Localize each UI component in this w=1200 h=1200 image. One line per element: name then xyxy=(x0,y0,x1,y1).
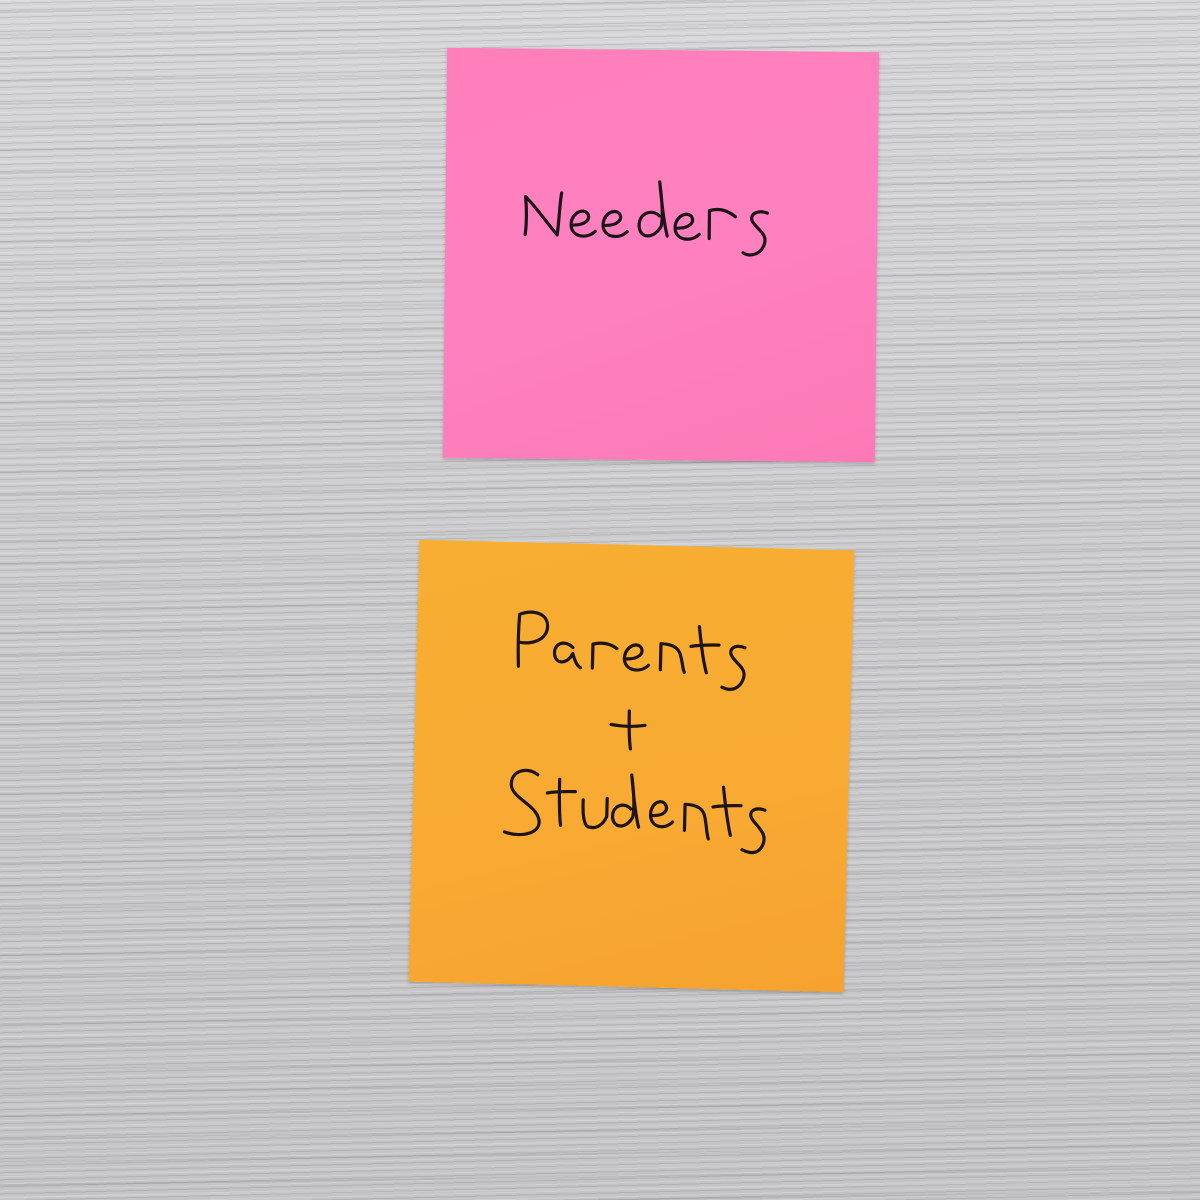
desk-surface: Needers Parents + Students xyxy=(0,0,1200,1200)
sticky-note-parents-students: Parents + Students xyxy=(408,539,855,993)
sticky-note-needers: Needers xyxy=(442,47,880,463)
handwritten-needers-signature xyxy=(523,180,770,257)
handwritten-parents-students-signature xyxy=(502,610,767,855)
